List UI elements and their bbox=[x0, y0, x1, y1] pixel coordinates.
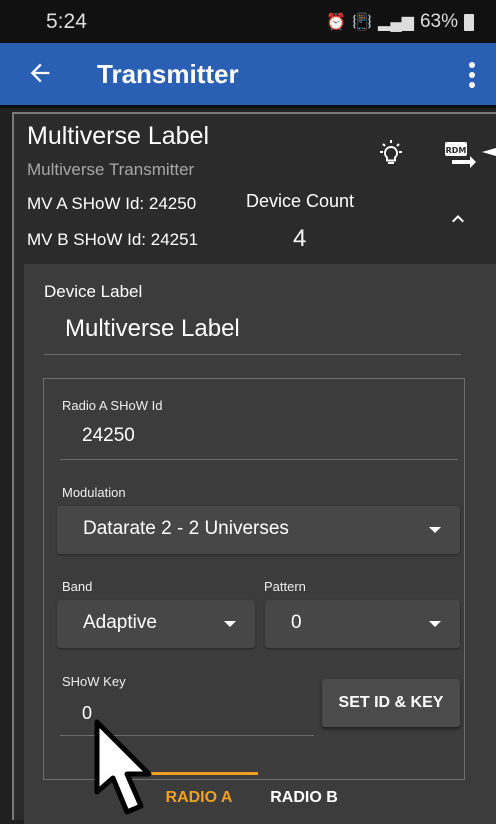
mv-a-show-id: MV A SHoW Id: 24250 bbox=[27, 194, 197, 213]
arrow-left-icon bbox=[30, 63, 50, 83]
alarm-icon: ⏰ bbox=[326, 14, 347, 31]
svg-text:RDM: RDM bbox=[446, 146, 467, 155]
device-panel: Multiverse Label Multiverse Transmitter … bbox=[12, 112, 496, 824]
set-id-key-button[interactable]: SET ID & KEY bbox=[322, 679, 460, 727]
device-label-title: Device Label bbox=[44, 282, 143, 301]
mv-b-show-id: MV B SHoW Id: 24251 bbox=[27, 230, 199, 249]
device-label-value: Multiverse Label bbox=[65, 315, 240, 342]
tab-radio-b[interactable]: RADIO B bbox=[260, 772, 348, 818]
pattern-value: 0 bbox=[291, 612, 302, 633]
dropdown-arrow-icon bbox=[224, 621, 236, 627]
battery-percent: 63% bbox=[419, 11, 458, 32]
show-key-value: 0 bbox=[82, 703, 93, 723]
pointer-arrow-icon bbox=[482, 148, 496, 156]
pattern-dropdown[interactable]: 0 bbox=[265, 600, 460, 648]
status-time: 5:24 bbox=[46, 10, 87, 33]
status-icons: ⏰ 📳 ▂▄▆ 63% bbox=[326, 11, 474, 33]
more-vert-icon bbox=[469, 62, 475, 68]
overflow-menu-button[interactable] bbox=[460, 55, 484, 95]
radio-show-id-label: Radio A SHoW Id bbox=[62, 398, 163, 413]
dropdown-arrow-icon bbox=[429, 527, 441, 533]
pattern-label: Pattern bbox=[264, 579, 306, 594]
device-header-type: Multiverse Transmitter bbox=[27, 160, 195, 179]
signal-icon: ▂▄▆ bbox=[378, 14, 414, 31]
rdm-icon[interactable]: RDM bbox=[442, 138, 478, 172]
band-dropdown[interactable]: Adaptive bbox=[57, 600, 255, 648]
device-label-field[interactable]: Multiverse Label bbox=[44, 306, 461, 355]
app-bar: Transmitter bbox=[0, 43, 496, 108]
back-button[interactable] bbox=[20, 53, 60, 93]
radio-show-id-value: 24250 bbox=[82, 425, 135, 446]
device-header-label: Multiverse Label bbox=[27, 122, 210, 150]
device-count-label: Device Count bbox=[246, 191, 355, 211]
show-key-label: SHoW Key bbox=[62, 674, 126, 689]
modulation-label: Modulation bbox=[62, 485, 126, 500]
battery-icon bbox=[464, 13, 474, 31]
chevron-up-icon[interactable] bbox=[446, 207, 470, 231]
modulation-dropdown[interactable]: Datarate 2 - 2 Universes bbox=[57, 506, 460, 554]
mouse-cursor-icon bbox=[94, 719, 152, 815]
band-label: Band bbox=[62, 579, 93, 594]
lightbulb-icon[interactable] bbox=[374, 138, 408, 172]
status-bar: 5:24 ⏰ 📳 ▂▄▆ 63% bbox=[0, 0, 496, 43]
dropdown-arrow-icon bbox=[429, 621, 441, 627]
vibrate-icon: 📳 bbox=[352, 14, 373, 31]
modulation-value: Datarate 2 - 2 Universes bbox=[83, 518, 289, 539]
page-title: Transmitter bbox=[97, 59, 239, 89]
radio-show-id-field[interactable]: 24250 bbox=[60, 419, 458, 460]
band-value: Adaptive bbox=[83, 612, 157, 633]
device-count-value: 4 bbox=[293, 225, 307, 252]
